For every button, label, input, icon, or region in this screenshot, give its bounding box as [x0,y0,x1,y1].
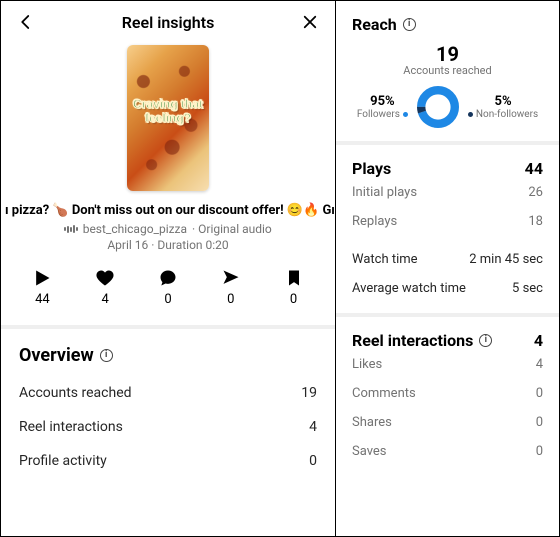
close-button[interactable] [299,11,321,33]
plays-title: Plays [352,159,391,178]
label: Profile activity [19,453,107,469]
audio-icon [64,225,78,233]
row-saves: Saves 0 [352,437,543,466]
nonfollowers-label: Non-followers [476,109,538,120]
value: 2 min 45 sec [469,252,543,267]
page-title: Reel insights [122,13,215,32]
value: 5 sec [512,281,543,296]
legend-nonfollowers: 5% Non-followers [468,94,538,120]
value: 0 [536,415,543,430]
stat-shares[interactable]: 0 [206,268,256,307]
reach-center: 19 Accounts reached [352,34,543,77]
label: Comments [352,386,416,401]
stat-comments[interactable]: 0 [143,268,193,307]
header: Reel insights [1,1,335,39]
value: 0 [536,386,543,401]
reach-section: Reach i 19 Accounts reached 95% Follower… [336,1,559,145]
row-watch-time: Watch time 2 min 45 sec [352,245,543,274]
info-icon[interactable]: i [479,334,492,347]
interactions-section: Reel interactions i 4 Likes 4 Comments 0… [336,317,559,476]
value: 19 [301,385,317,401]
label: Accounts reached [19,385,132,401]
stat-plays-value: 44 [35,292,50,307]
back-button[interactable] [15,11,37,33]
thumbnail-overlay-text: Craving that feeling? [127,98,209,126]
stat-saves[interactable]: 0 [269,268,319,307]
row-profile-activity[interactable]: Profile activity 0 [19,444,317,478]
row-reel-interactions[interactable]: Reel interactions 4 [19,410,317,444]
row-comments: Comments 0 [352,379,543,408]
donut-row: 95% Followers 5% Non-followers [352,77,543,131]
row-likes: Likes 4 [352,350,543,379]
plays-total: 44 [525,159,543,178]
label: Saves [352,444,387,459]
dot-icon [468,112,473,117]
post-date: April 16 [107,238,148,252]
close-icon [301,13,319,31]
insights-right-pane: Reach i 19 Accounts reached 95% Follower… [336,0,560,537]
donut-chart [414,83,462,131]
reach-value: 19 [352,42,543,66]
duration: Duration 0:20 [157,238,228,252]
value: 4 [309,419,317,435]
plays-heading: Plays 44 [352,159,543,178]
interactions-heading: Reel interactions i 4 [352,331,543,350]
stat-likes-value: 4 [102,292,109,307]
play-icon [32,268,52,288]
comment-icon [158,268,178,288]
reel-caption: ı pizza? 🍗 Don't miss out on our discoun… [1,195,335,220]
interactions-title: Reel interactions [352,331,473,350]
value: 0 [309,453,317,469]
row-initial-plays: Initial plays 26 [352,178,543,207]
share-icon [221,268,241,288]
reel-thumbnail[interactable]: Craving that feeling? [127,45,209,191]
plays-section: Plays 44 Initial plays 26 Replays 18 Wat… [336,145,559,317]
followers-label: Followers [357,109,400,120]
stat-saves-value: 0 [290,292,297,307]
overview-section: Overview i Accounts reached 19 Reel inte… [1,329,335,486]
info-icon[interactable]: i [403,18,416,31]
label: Average watch time [352,281,466,296]
label: Watch time [352,252,418,267]
reach-sub: Accounts reached [352,64,543,77]
heart-icon [95,268,115,288]
audio-suffix: · Original audio [192,222,272,236]
row-accounts-reached[interactable]: Accounts reached 19 [19,376,317,410]
row-avg-watch: Average watch time 5 sec [352,274,543,303]
value: 18 [528,214,543,229]
audio-account: best_chicago_pizza [83,222,187,236]
overview-heading: Overview i [19,345,317,366]
value: 4 [536,357,543,372]
reach-title: Reach [352,15,397,34]
nonfollowers-pct: 5% [468,94,538,109]
reel-thumbnail-wrap: Craving that feeling? [1,39,335,195]
info-icon[interactable]: i [100,349,113,362]
reach-heading: Reach i [352,15,543,34]
bookmark-icon [284,268,304,288]
value: 26 [528,185,543,200]
date-line: April 16 · Duration 0:20 [1,236,335,252]
dot-icon [403,112,408,117]
stat-likes[interactable]: 4 [80,268,130,307]
row-replays: Replays 18 [352,207,543,236]
audio-row[interactable]: best_chicago_pizza · Original audio [1,220,335,236]
value: 0 [536,444,543,459]
label: Shares [352,415,392,430]
chevron-left-icon [17,13,35,31]
label: Initial plays [352,185,417,200]
label: Likes [352,357,382,372]
row-shares: Shares 0 [352,408,543,437]
stat-plays[interactable]: 44 [17,268,67,307]
legend-followers: 95% Followers [357,94,408,120]
insights-left-pane: Reel insights Craving that feeling? ı pi… [0,0,336,537]
stat-shares-value: 0 [227,292,234,307]
stat-comments-value: 0 [164,292,171,307]
label: Reel interactions [19,419,123,435]
stat-row: 44 4 0 0 0 [1,252,335,329]
overview-title: Overview [19,345,94,366]
label: Replays [352,214,397,229]
interactions-total: 4 [534,331,543,350]
followers-pct: 95% [357,94,408,109]
